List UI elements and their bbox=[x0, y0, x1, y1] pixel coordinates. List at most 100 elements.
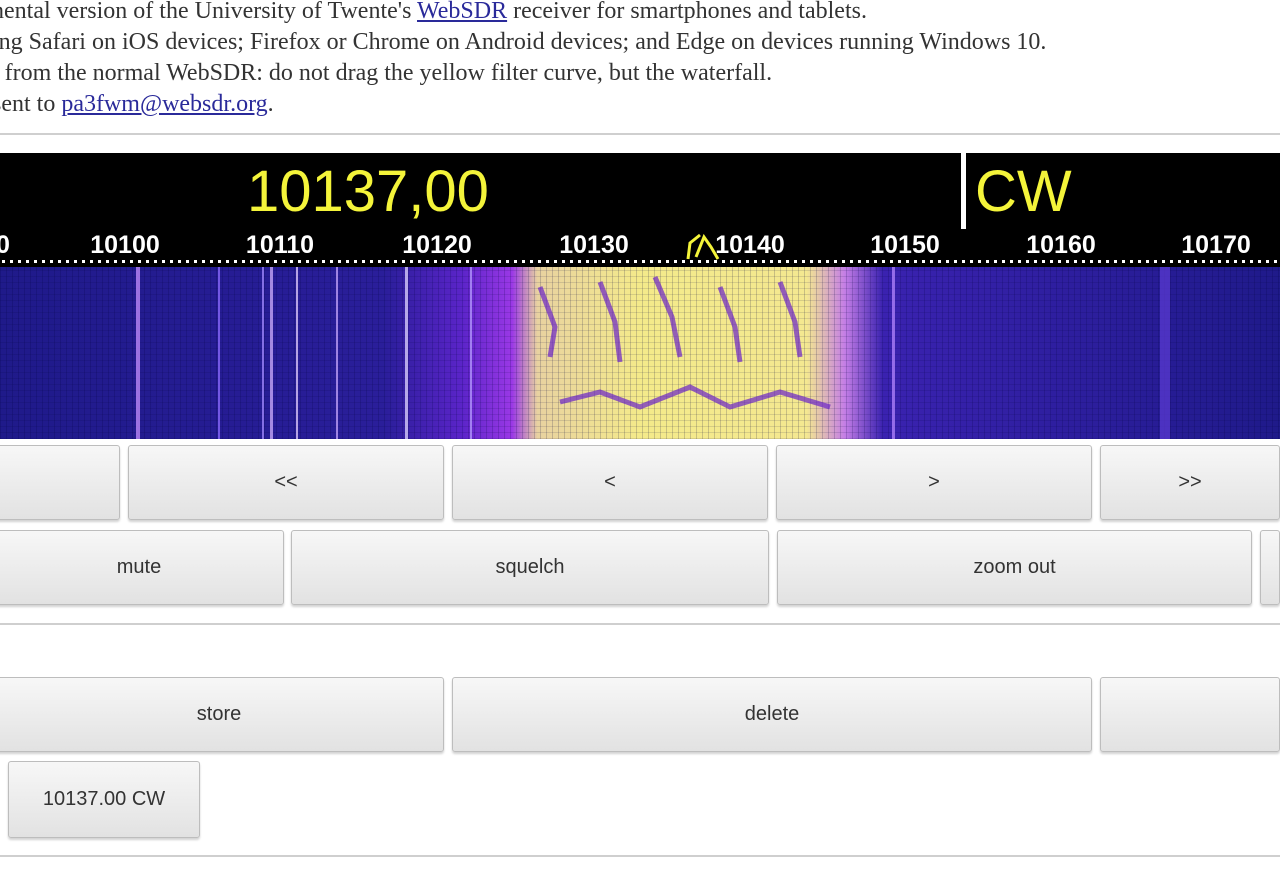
up-button[interactable]: > bbox=[776, 445, 1092, 520]
scale-tick bbox=[1266, 260, 1269, 263]
websdr-link[interactable]: WebSDR bbox=[417, 0, 507, 24]
scale-label: 10150 bbox=[870, 231, 940, 259]
scale-tick bbox=[554, 260, 557, 263]
passband-marker-icon[interactable] bbox=[686, 233, 720, 260]
delete-button[interactable]: delete bbox=[452, 677, 1092, 752]
blank-left-button[interactable] bbox=[0, 445, 120, 520]
fast-up-button[interactable]: >> bbox=[1100, 445, 1280, 520]
scale-tick bbox=[1026, 260, 1029, 263]
frequency-readout[interactable]: 10137,00 bbox=[247, 157, 489, 227]
scale-tick bbox=[114, 260, 117, 263]
scale-tick bbox=[1122, 260, 1125, 263]
scale-tick bbox=[314, 260, 317, 263]
scale-tick bbox=[634, 260, 637, 263]
clipped-right-button[interactable] bbox=[1260, 530, 1280, 605]
memory-item[interactable]: 10137.00 CW bbox=[8, 761, 200, 838]
scale-tick bbox=[882, 260, 885, 263]
scale-tick bbox=[362, 260, 365, 263]
signal-trace bbox=[136, 267, 140, 439]
scale-tick bbox=[538, 260, 541, 263]
scale-tick bbox=[282, 260, 285, 263]
signal-trace bbox=[1160, 267, 1170, 439]
scale-tick bbox=[626, 260, 629, 263]
scale-tick bbox=[914, 260, 917, 263]
scale-tick bbox=[650, 260, 653, 263]
divider bbox=[0, 133, 1280, 135]
scale-tick bbox=[642, 260, 645, 263]
scale-tick bbox=[234, 260, 237, 263]
fast-down-button[interactable]: << bbox=[128, 445, 444, 520]
signal-trace bbox=[336, 267, 338, 439]
scale-tick bbox=[290, 260, 293, 263]
scale-tick bbox=[98, 260, 101, 263]
down-button[interactable]: < bbox=[452, 445, 768, 520]
scale-tick bbox=[266, 260, 269, 263]
blank-right-button[interactable] bbox=[1100, 677, 1280, 752]
scale-tick bbox=[186, 260, 189, 263]
scale-tick bbox=[154, 260, 157, 263]
scale-tick bbox=[1274, 260, 1277, 263]
scale-tick bbox=[1218, 260, 1221, 263]
scale-tick bbox=[1042, 260, 1045, 263]
scale-tick bbox=[146, 260, 149, 263]
scale-label: 10100 bbox=[90, 231, 160, 259]
waterfall[interactable] bbox=[0, 267, 1280, 439]
scale-tick bbox=[962, 260, 965, 263]
scale-tick bbox=[378, 260, 381, 263]
scale-tick bbox=[674, 260, 677, 263]
email-link[interactable]: pa3fwm@websdr.org bbox=[61, 91, 267, 117]
signal-trace bbox=[470, 267, 472, 439]
scale-tick bbox=[2, 260, 5, 263]
scale-tick bbox=[58, 260, 61, 263]
mute-button[interactable]: mute bbox=[0, 530, 284, 605]
scale-tick bbox=[802, 260, 805, 263]
scale-tick bbox=[506, 260, 509, 263]
scale-tick bbox=[1114, 260, 1117, 263]
scale-tick bbox=[226, 260, 229, 263]
scale-tick bbox=[1202, 260, 1205, 263]
scale-tick bbox=[242, 260, 245, 263]
scale-tick bbox=[386, 260, 389, 263]
scale-tick bbox=[834, 260, 837, 263]
frequency-scale[interactable]: 0 10100 10110 10120 10130 10140 10150 10… bbox=[0, 229, 1280, 267]
scale-tick bbox=[90, 260, 93, 263]
scale-tick bbox=[994, 260, 997, 263]
scale-tick bbox=[1010, 260, 1013, 263]
scale-tick bbox=[1050, 260, 1053, 263]
scale-tick bbox=[978, 260, 981, 263]
scale-tick bbox=[970, 260, 973, 263]
scale-tick bbox=[202, 260, 205, 263]
scale-tick bbox=[946, 260, 949, 263]
store-button[interactable]: store bbox=[0, 677, 444, 752]
squelch-button[interactable]: squelch bbox=[291, 530, 769, 605]
scale-tick bbox=[474, 260, 477, 263]
scale-tick bbox=[850, 260, 853, 263]
scale-tick bbox=[178, 260, 181, 263]
scale-tick bbox=[954, 260, 957, 263]
scale-label: 10140 bbox=[715, 231, 785, 259]
scale-tick bbox=[602, 260, 605, 263]
scale-tick bbox=[1194, 260, 1197, 263]
scale-tick bbox=[434, 260, 437, 263]
scale-tick bbox=[690, 260, 693, 263]
scale-tick bbox=[762, 260, 765, 263]
scale-tick bbox=[570, 260, 573, 263]
scale-tick bbox=[1082, 260, 1085, 263]
scale-tick bbox=[346, 260, 349, 263]
scale-tick bbox=[594, 260, 597, 263]
scale-tick bbox=[986, 260, 989, 263]
scale-tick bbox=[218, 260, 221, 263]
scale-tick bbox=[138, 260, 141, 263]
scale-tick bbox=[1058, 260, 1061, 263]
scale-tick bbox=[306, 260, 309, 263]
scale-tick bbox=[418, 260, 421, 263]
zoom-out-button[interactable]: zoom out bbox=[777, 530, 1252, 605]
scale-tick bbox=[338, 260, 341, 263]
scale-tick bbox=[274, 260, 277, 263]
scale-tick bbox=[18, 260, 21, 263]
scale-label: 10120 bbox=[402, 231, 472, 259]
mode-readout[interactable]: CW bbox=[975, 157, 1072, 227]
scale-tick bbox=[210, 260, 213, 263]
scale-tick bbox=[1146, 260, 1149, 263]
scale-tick bbox=[498, 260, 501, 263]
